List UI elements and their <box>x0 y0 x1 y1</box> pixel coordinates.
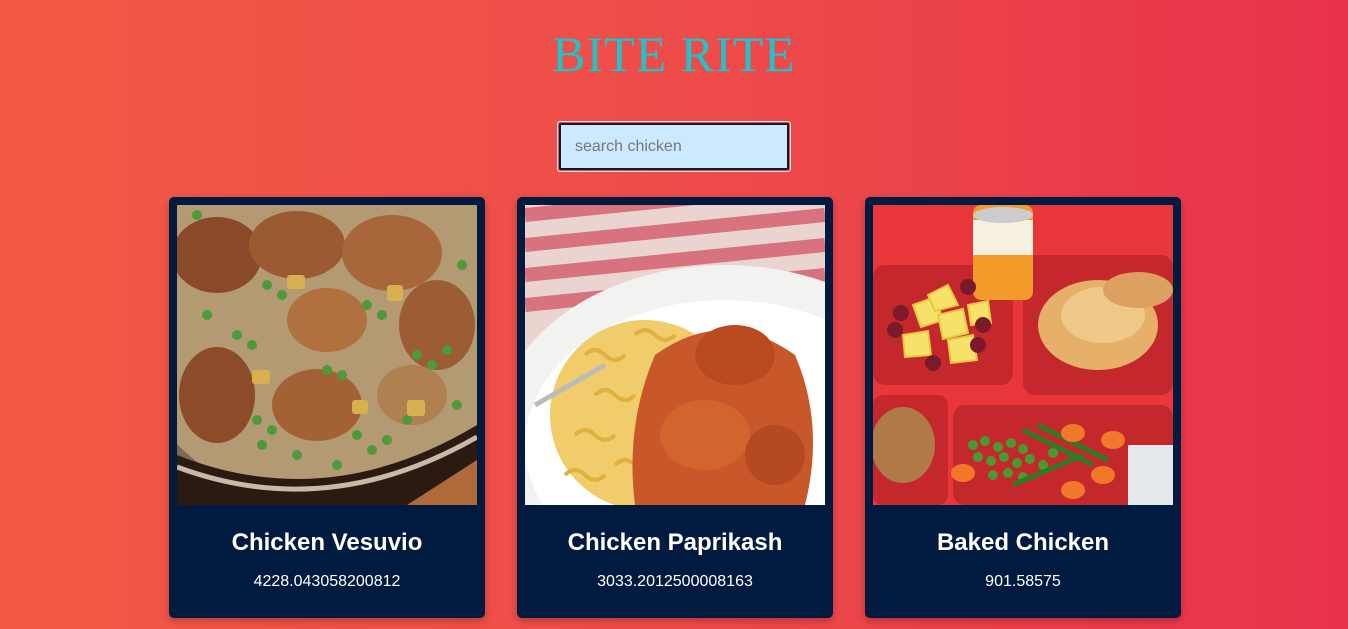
recipe-title: Chicken Paprikash <box>567 529 783 556</box>
recipe-title: Baked Chicken <box>936 529 1110 556</box>
recipe-calories: 4228.043058200812 <box>253 573 401 590</box>
recipe-title: Chicken Vesuvio <box>231 529 423 556</box>
recipe-card[interactable]: Chicken Vesuvio 4228.043058200812 <box>169 197 485 618</box>
recipe-image-chicken-vesuvio <box>177 205 477 505</box>
recipe-card[interactable]: Chicken Paprikash 3033.2012500008163 <box>517 197 833 618</box>
recipe-image-chicken-paprikash <box>525 205 825 505</box>
recipe-list: Chicken Vesuvio 4228.043058200812 Chicke… <box>169 197 1181 618</box>
app-title: BITE RITE <box>552 26 796 82</box>
recipe-calories: 901.58575 <box>985 573 1061 590</box>
recipe-image-baked-chicken <box>873 205 1173 505</box>
search-input[interactable] <box>559 123 789 170</box>
recipe-card[interactable]: Baked Chicken 901.58575 <box>865 197 1181 618</box>
recipe-calories: 3033.2012500008163 <box>597 573 753 590</box>
search-form <box>557 121 791 172</box>
